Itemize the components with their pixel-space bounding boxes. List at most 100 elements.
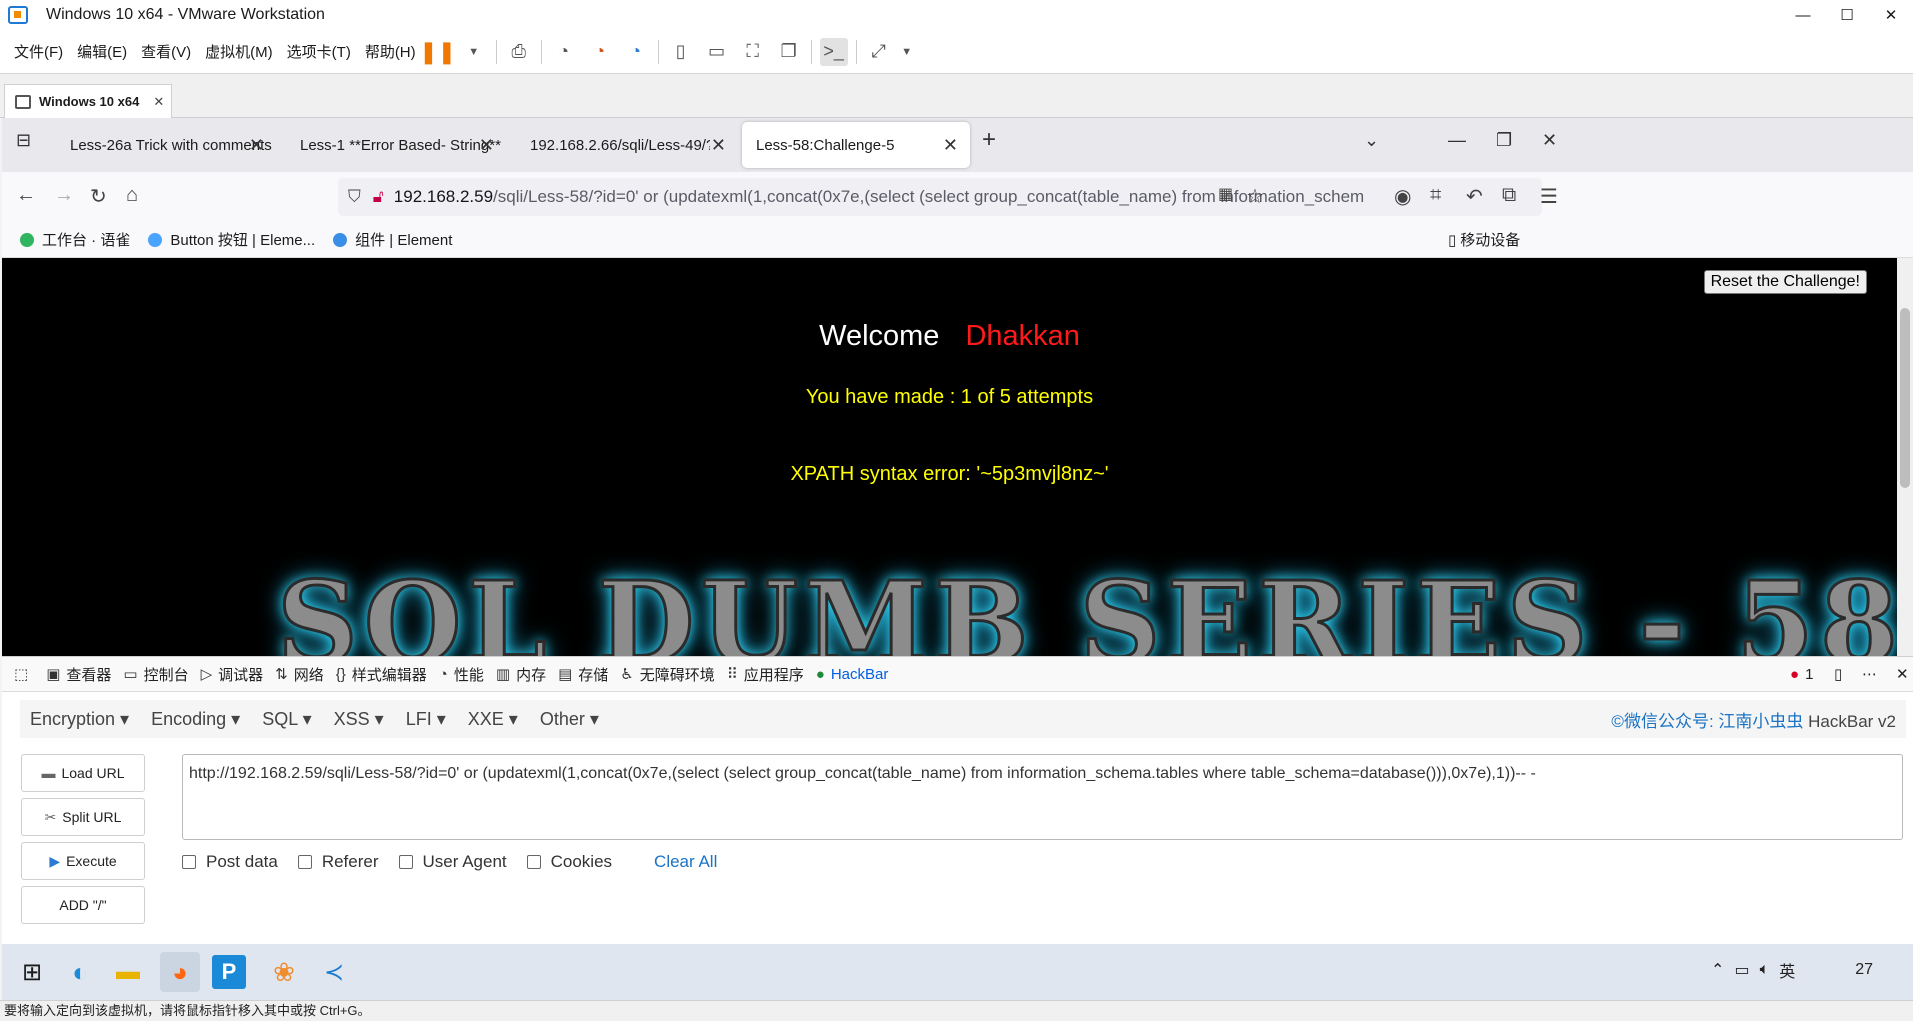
reload-icon[interactable]: ↻ [90,184,107,209]
thumbnail-icon[interactable]: ▭ [703,38,731,66]
bookmark-item[interactable]: 工作台 · 语雀 [20,229,130,250]
windows-start-icon[interactable]: ⊞ [12,952,52,992]
clock[interactable]: 27 [1855,961,1873,979]
menu-view[interactable]: 查看(V) [141,41,191,62]
url-bar[interactable]: ⛉ 🔓︎ 192.168.2.59/sqli/Less-58/?id=0' or… [338,178,1542,216]
menu-sql[interactable]: SQL ▾ [262,709,311,730]
insecure-lock-icon[interactable]: 🔓︎ [373,187,384,207]
bookmark-item[interactable]: 组件 | Element [333,229,452,250]
tab-style-editor[interactable]: {} 样式编辑器 [336,664,427,685]
close-icon[interactable]: ✕ [711,135,726,156]
tab-debugger[interactable]: ▷ 调试器 [201,664,264,685]
hamburger-menu-icon[interactable]: ☰ [1540,184,1558,209]
close-icon[interactable]: ✕ [1542,130,1557,151]
post-data-checkbox[interactable]: Post data [182,852,278,872]
file-explorer-icon[interactable]: ▬ [108,952,148,992]
chevron-down-icon[interactable]: ▼ [893,38,921,66]
user-agent-checkbox[interactable]: User Agent [398,852,507,872]
volume-icon[interactable]: 🔈︎ [1760,961,1770,979]
page-scrollbar[interactable] [1897,258,1913,656]
unity-icon[interactable]: ❐ [775,38,803,66]
close-icon[interactable]: ✕ [479,135,494,156]
restore-icon[interactable]: ❐ [1496,130,1512,151]
close-icon[interactable]: ✕ [249,135,264,156]
execute-button[interactable]: ▶ Execute [21,842,145,880]
stretch-icon[interactable]: ⤢ [865,38,893,66]
tab-accessibility[interactable]: ♿ 无障碍环境 [620,664,714,685]
scrollbar-thumb[interactable] [1900,308,1910,488]
send-keys-icon[interactable]: ⎙ [505,38,533,66]
close-button[interactable]: ✕ [1869,0,1913,30]
maximize-button[interactable]: ☐ [1825,0,1869,30]
edge-icon[interactable]: ◐ [60,952,100,992]
error-badge[interactable]: ● 1 [1790,666,1813,683]
tab-storage[interactable]: ▤ 存储 [558,664,608,685]
tab-application[interactable]: ⠿ 应用程序 [727,664,804,685]
menu-encryption[interactable]: Encryption ▾ [30,709,129,730]
menu-help[interactable]: 帮助(H) [365,41,416,62]
menu-edit[interactable]: 编辑(E) [77,41,127,62]
menu-lfi[interactable]: LFI ▾ [406,709,446,730]
chevron-down-icon[interactable]: ⌄ [1364,130,1379,151]
firefox-icon[interactable]: ◕ [160,952,200,992]
chevron-down-icon[interactable]: ▼ [460,38,488,66]
tab-performance[interactable]: ◔ 性能 [439,664,484,685]
tab-console[interactable]: ▭ 控制台 [123,664,188,685]
referer-checkbox[interactable]: Referer [297,852,379,872]
tab-inspector[interactable]: ▣ 查看器 [46,664,111,685]
checkbox-box[interactable] [526,855,541,869]
account-icon[interactable]: ◉ [1394,184,1411,209]
revert-snapshot-icon[interactable]: ◔ [586,38,614,66]
hackbar-url-textarea[interactable]: http://192.168.2.59/sqli/Less-58/?id=0' … [182,754,1903,840]
tab-network[interactable]: ⇅ 网络 [275,664,324,685]
vm-tab[interactable]: Windows 10 x64 ✕ [4,84,172,118]
menu-tabs[interactable]: 选项卡(T) [287,41,351,62]
sidebar-icon[interactable]: ▯ [667,38,695,66]
reset-challenge-button[interactable]: Reset the Challenge! [1703,270,1867,294]
fullscreen-icon[interactable]: ⛶ [739,38,767,66]
network-icon[interactable]: ▭ [1734,960,1749,980]
add-slash-button[interactable]: ADD "/" [21,886,145,924]
console-icon[interactable]: >_ [819,37,848,66]
menu-encoding[interactable]: Encoding ▾ [151,709,240,730]
mobile-bookmarks[interactable]: ▯ 移动设备 [1448,229,1520,250]
close-icon[interactable]: ✕ [943,135,958,156]
minimize-button[interactable]: — [1781,0,1825,30]
menu-vm[interactable]: 虚拟机(M) [205,41,273,62]
input-language[interactable]: 英 [1779,958,1795,982]
element-picker-icon[interactable]: ⬚ [14,665,34,683]
more-options-icon[interactable]: ⋯ [1862,665,1877,683]
back-icon[interactable]: ← [16,184,36,207]
bookmark-item[interactable]: Button 按钮 | Eleme... [148,229,315,250]
cookies-checkbox[interactable]: Cookies [526,852,612,872]
checkbox-box[interactable] [398,855,413,869]
menu-other[interactable]: Other ▾ [540,709,599,730]
menu-xss[interactable]: XSS ▾ [334,709,384,730]
dock-icon[interactable]: ▯ [1834,665,1842,683]
browser-tab[interactable]: 192.168.2.66/sqli/Less-49/?sort= ✕ [516,122,738,168]
minimize-icon[interactable]: — [1448,130,1466,151]
browser-tab-active[interactable]: Less-58:Challenge-5 ✕ [742,122,970,168]
extensions-icon[interactable]: ⧉ [1502,184,1516,207]
crop-icon[interactable]: ⌗ [1430,184,1441,207]
menu-file[interactable]: 文件(F) [14,41,63,62]
firefox-view-icon[interactable]: ⊟ [16,130,31,151]
home-icon[interactable]: ⌂ [126,184,138,207]
clear-all-link[interactable]: Clear All [654,852,717,872]
load-url-button[interactable]: ▬ Load URL [21,754,145,792]
checkbox-box[interactable] [182,855,196,869]
chevron-up-icon[interactable]: ⌃ [1711,960,1724,980]
bookmark-star-icon[interactable]: ☆ [1246,184,1264,209]
browser-tab[interactable]: Less-1 **Error Based- String** ✕ [286,122,506,168]
snapshot-icon[interactable]: ◔ [550,38,578,66]
browser-tab[interactable]: Less-26a Trick with comments ✕ [56,122,276,168]
close-devtools-icon[interactable]: ✕ [1896,665,1909,683]
forward-icon[interactable]: → [54,184,74,207]
split-url-button[interactable]: ✂ Split URL [21,798,145,836]
snapshot-manager-icon[interactable]: ◔ [622,38,650,66]
qr-code-icon[interactable]: ▦ [1218,184,1233,204]
menu-xxe[interactable]: XXE ▾ [468,709,518,730]
app-icon[interactable]: ❀ [264,952,304,992]
close-icon[interactable]: ✕ [153,94,164,110]
new-tab-icon[interactable]: + [982,126,996,154]
